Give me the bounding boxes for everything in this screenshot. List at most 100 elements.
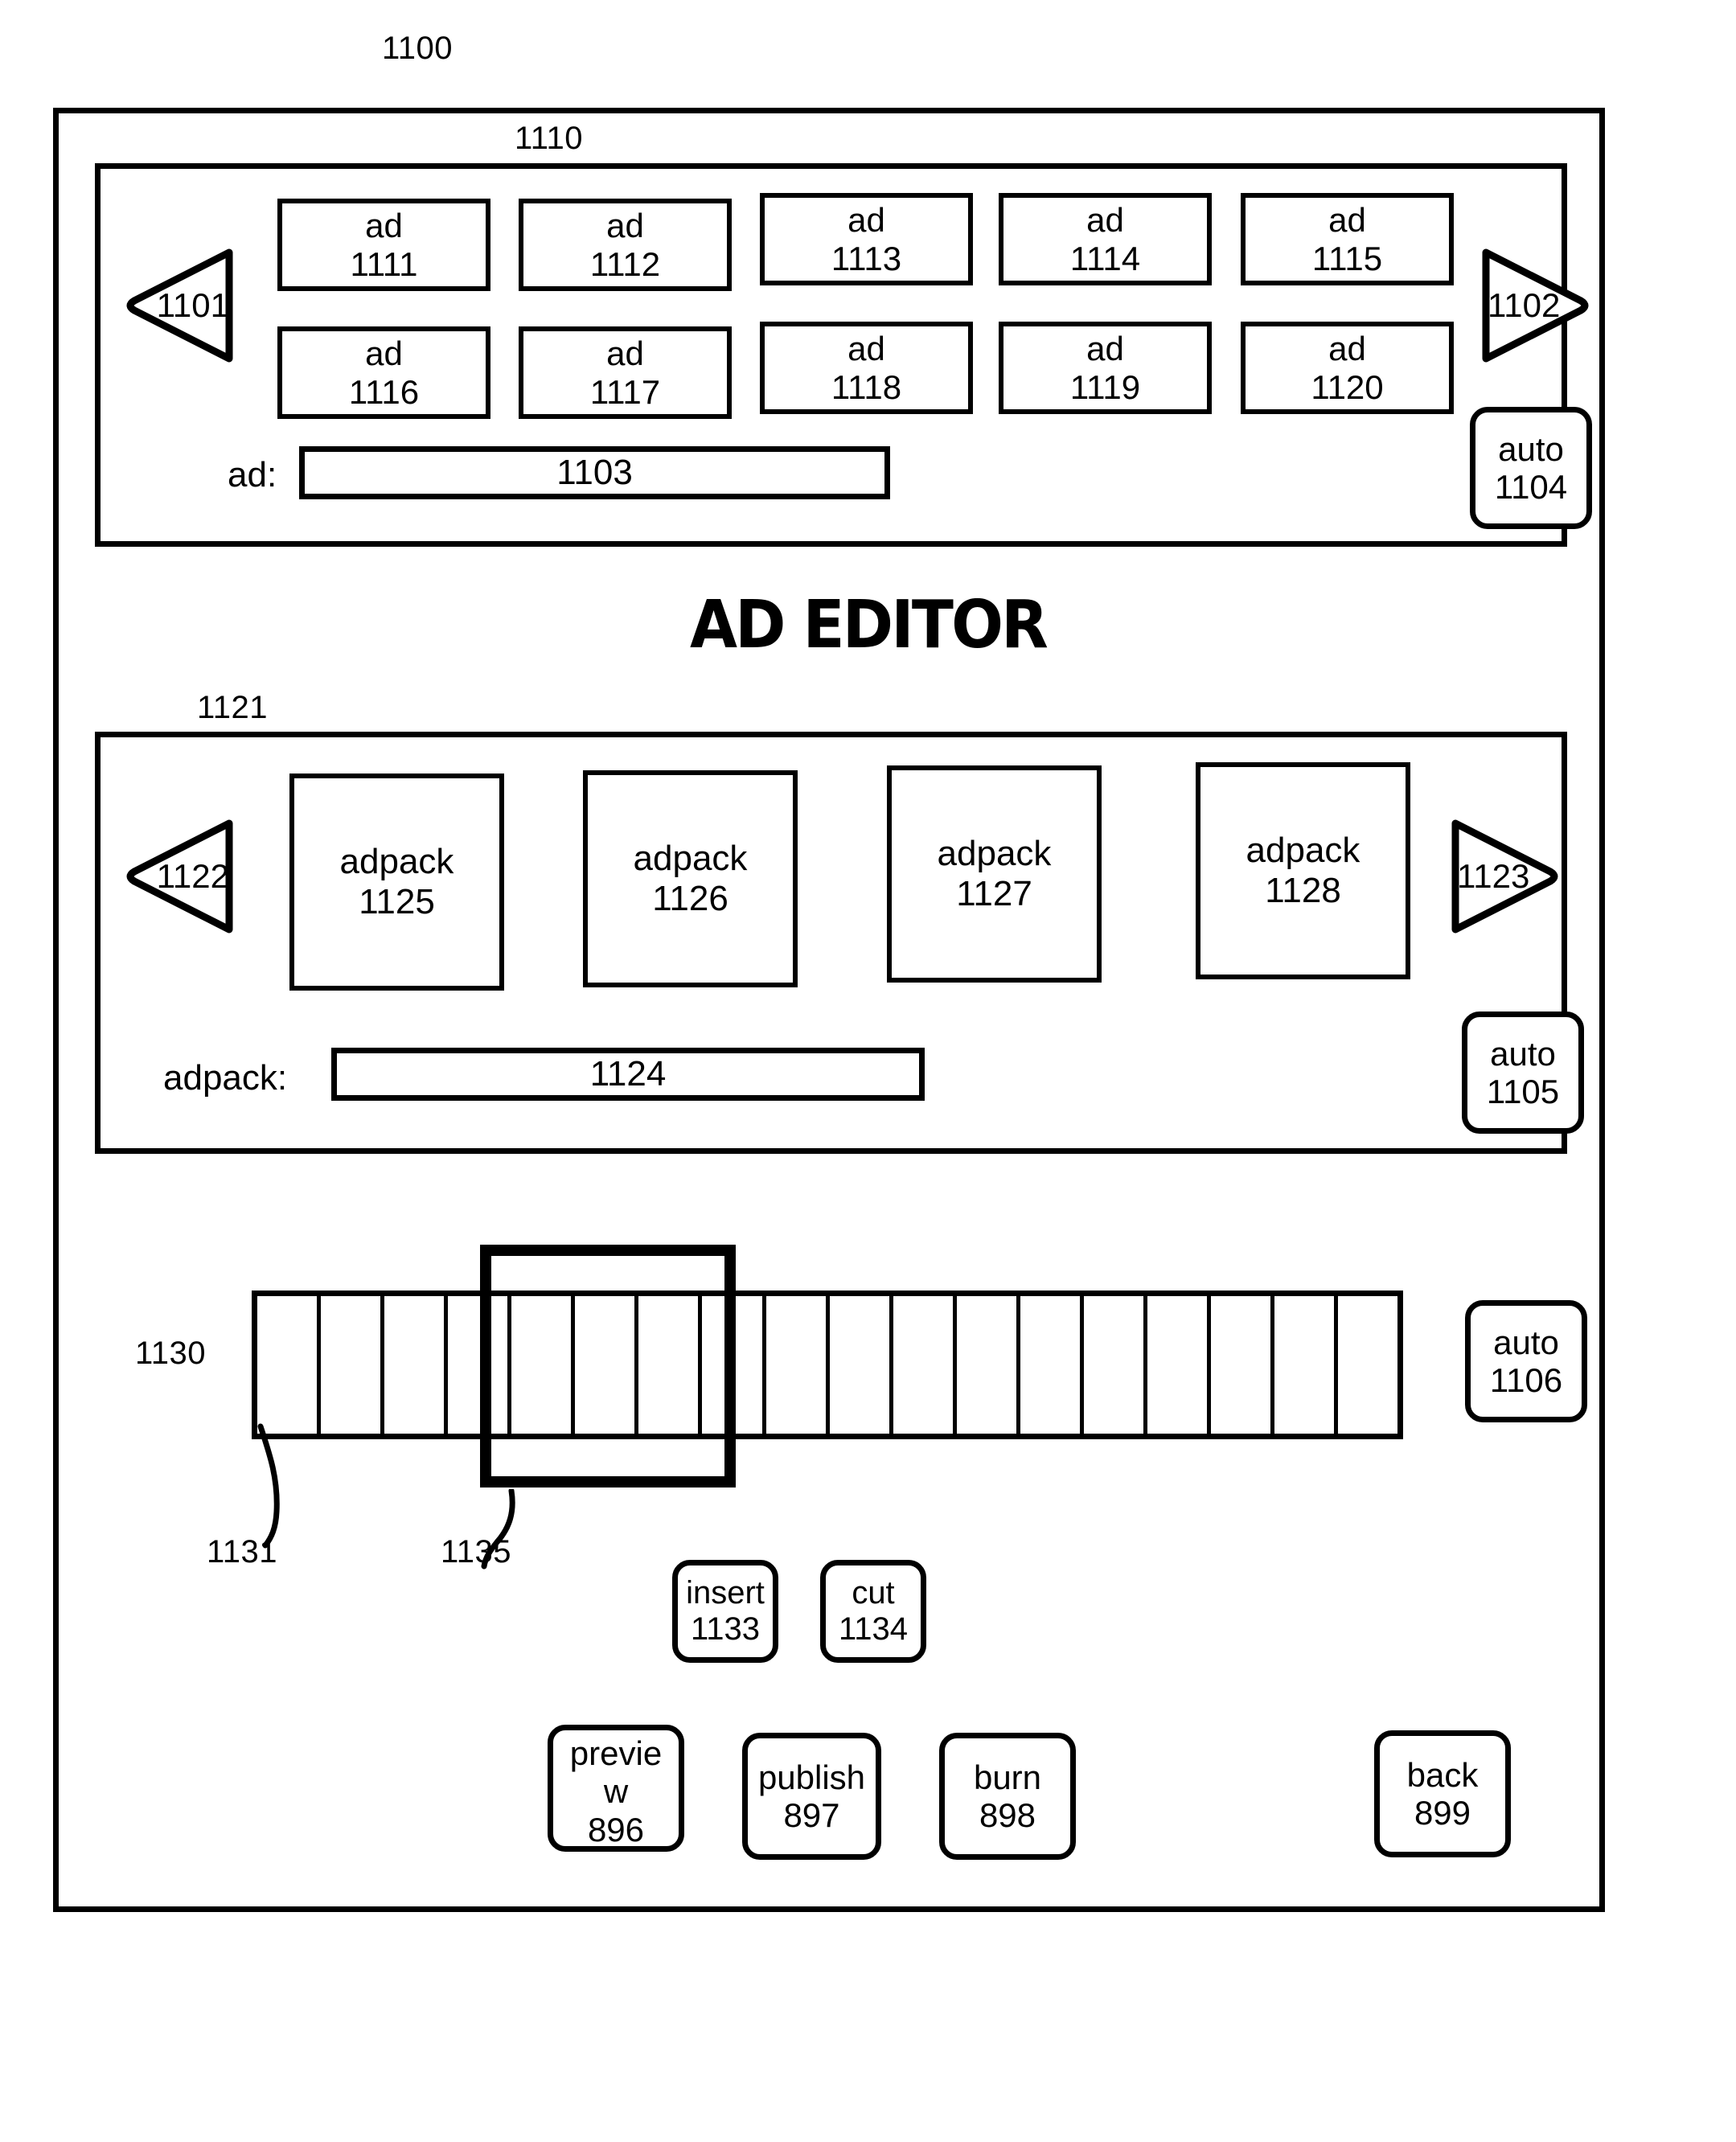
ad-tile-ref: 1111 (350, 244, 418, 283)
ad-tile-1118[interactable]: ad 1118 (760, 322, 973, 414)
preview-button-label-part2: w (603, 1772, 629, 1811)
timeline-auto-ref: 1106 (1489, 1361, 1563, 1399)
ad-tile-ref: 1119 (1069, 367, 1141, 406)
ad-tile-label: ad (365, 206, 403, 244)
timeline-ref-label: 1130 (135, 1336, 207, 1371)
adpack-tile-1127[interactable]: adpack 1127 (887, 765, 1102, 983)
publish-button[interactable]: publish 897 (742, 1733, 881, 1860)
cut-button-label: cut (852, 1575, 895, 1611)
ad-tile-label: ad (606, 334, 644, 372)
ad-tile-ref: 1117 (589, 372, 661, 411)
ad-auto-ref: 1104 (1494, 468, 1568, 506)
insert-button-label: insert (686, 1575, 765, 1611)
timeline-auto-button[interactable]: auto 1106 (1465, 1300, 1587, 1422)
back-button-ref: 899 (1414, 1794, 1471, 1832)
ad-tile-label: ad (1086, 200, 1124, 239)
ad-tile-ref: 1118 (831, 367, 902, 406)
publish-button-label: publish (757, 1758, 866, 1796)
timeline-cell[interactable] (384, 1296, 449, 1434)
ad-auto-button[interactable]: auto 1104 (1470, 407, 1592, 529)
ad-tile-1115[interactable]: ad 1115 (1241, 193, 1454, 285)
adpack-field-input[interactable]: 1124 (331, 1048, 925, 1101)
ad-tile-label: ad (365, 334, 403, 372)
timeline-cell[interactable] (1083, 1296, 1147, 1434)
adpack-tile-ref: 1128 (1265, 871, 1341, 910)
ad-tile-ref: 1114 (1069, 239, 1141, 277)
ad-tile-ref: 1112 (589, 244, 661, 283)
timeline-selection-ref-label: 1135 (441, 1534, 512, 1570)
timeline-strip[interactable] (252, 1291, 1403, 1439)
adpack-tile-ref: 1126 (652, 879, 728, 918)
ad-field-label: ad: (228, 455, 277, 494)
ad-tile-1117[interactable]: ad 1117 (519, 326, 732, 419)
leader-line-1131 (241, 1423, 338, 1552)
timeline-cell[interactable] (956, 1296, 1020, 1434)
adpack-tile-ref: 1125 (359, 882, 435, 921)
cut-button[interactable]: cut 1134 (820, 1560, 926, 1663)
timeline-cell[interactable] (1338, 1296, 1398, 1434)
insert-button-ref: 1133 (690, 1611, 760, 1647)
ad-tile-ref: 1115 (1311, 239, 1383, 277)
adpack-tile-1126[interactable]: adpack 1126 (583, 770, 798, 987)
adpack-tile-ref: 1127 (956, 874, 1032, 913)
timeline-selection-box[interactable] (480, 1245, 736, 1488)
ad-tile-1111[interactable]: ad 1111 (277, 199, 490, 291)
timeline-cell-ref-label: 1131 (207, 1534, 278, 1570)
adpack-tile-1128[interactable]: adpack 1128 (1196, 762, 1410, 979)
adpack-auto-label: auto (1490, 1034, 1556, 1073)
adpack-tile-label: adpack (633, 838, 748, 878)
adpack-prev-arrow-button[interactable]: 1122 (125, 812, 237, 941)
adpack-tile-label: adpack (937, 833, 1052, 873)
ad-tile-ref: 1120 (1311, 367, 1384, 406)
adpack-auto-button[interactable]: auto 1105 (1462, 1012, 1584, 1134)
ad-panel-ref-label: 1110 (515, 121, 584, 156)
ad-tile-label: ad (606, 206, 644, 244)
timeline-cell[interactable] (1020, 1296, 1084, 1434)
page-title: AD EDITOR (689, 587, 1049, 663)
publish-button-ref: 897 (783, 1796, 840, 1834)
timeline-cell[interactable] (893, 1296, 957, 1434)
ad-tile-1120[interactable]: ad 1120 (1241, 322, 1454, 414)
insert-button[interactable]: insert 1133 (672, 1560, 778, 1663)
adpack-field-label: adpack: (163, 1058, 288, 1098)
ad-tile-1116[interactable]: ad 1116 (277, 326, 490, 419)
ad-tile-label: ad (1328, 200, 1366, 239)
burn-button[interactable]: burn 898 (939, 1733, 1076, 1860)
cut-button-ref: 1134 (838, 1611, 908, 1647)
ad-tile-1113[interactable]: ad 1113 (760, 193, 973, 285)
timeline-cell[interactable] (1274, 1296, 1339, 1434)
adpack-tile-label: adpack (339, 841, 454, 881)
adpack-auto-ref: 1105 (1486, 1073, 1560, 1110)
timeline-cell[interactable] (829, 1296, 893, 1434)
timeline-cell[interactable] (257, 1296, 322, 1434)
ad-field-input[interactable]: 1103 (299, 446, 890, 499)
adpack-next-arrow-button[interactable]: 1123 (1447, 812, 1560, 941)
ad-tile-label: ad (1328, 329, 1366, 367)
device-ref-label: 1100 (382, 31, 453, 66)
adpack-tile-label: adpack (1246, 830, 1360, 870)
ad-tile-label: ad (847, 200, 885, 239)
ad-tile-ref: 1116 (348, 372, 420, 411)
timeline-cell[interactable] (1210, 1296, 1274, 1434)
ad-tile-ref: 1113 (831, 239, 902, 277)
ad-tile-1114[interactable]: ad 1114 (999, 193, 1212, 285)
timeline-auto-label: auto (1493, 1323, 1559, 1361)
ad-auto-label: auto (1498, 429, 1564, 468)
back-button[interactable]: back 899 (1374, 1730, 1511, 1857)
ad-tile-1112[interactable]: ad 1112 (519, 199, 732, 291)
adpack-panel-ref-label: 1121 (197, 690, 269, 725)
ad-next-arrow-button[interactable]: 1102 (1478, 241, 1590, 370)
ad-tile-1119[interactable]: ad 1119 (999, 322, 1212, 414)
burn-button-ref: 898 (979, 1796, 1036, 1834)
adpack-tile-1125[interactable]: adpack 1125 (289, 774, 504, 991)
burn-button-label: burn (973, 1758, 1042, 1796)
ad-tile-label: ad (1086, 329, 1124, 367)
preview-button-ref: 896 (587, 1810, 645, 1849)
timeline-cell[interactable] (321, 1296, 385, 1434)
preview-button[interactable]: previe w 896 (548, 1725, 684, 1852)
timeline-cell[interactable] (1147, 1296, 1211, 1434)
back-button-label: back (1406, 1755, 1479, 1794)
timeline-cell[interactable] (765, 1296, 830, 1434)
ad-tile-label: ad (847, 329, 885, 367)
ad-prev-arrow-button[interactable]: 1101 (125, 241, 237, 370)
